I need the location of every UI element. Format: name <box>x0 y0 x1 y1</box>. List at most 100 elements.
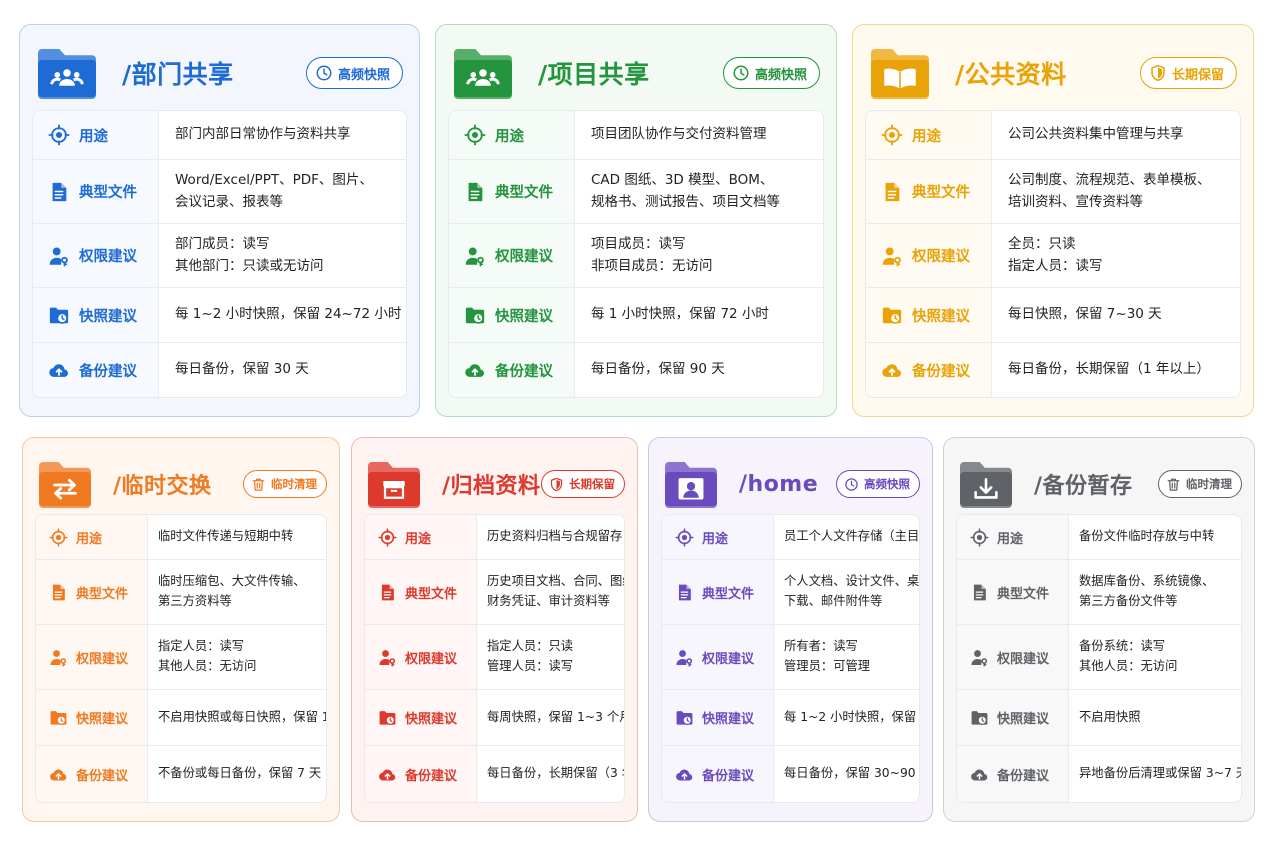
row-value-backup: 不备份或每日备份，保留 7 天 <box>158 766 322 781</box>
trash-icon <box>1166 477 1181 492</box>
row-snapshot: 快照建议 每 1~2 小时快照，保留 24~72 小时 <box>33 287 406 342</box>
row-value-files: CAD 图纸、3D 模型、BOM、 规格书、测试报告、项目文档等 <box>591 171 780 210</box>
row-label-text: 用途 <box>79 128 108 145</box>
row-files: 典型文件 数据库备份、系统镜像、 第三方备份文件等 <box>957 559 1241 624</box>
row-label-perm: 权限建议 <box>957 625 1069 689</box>
card-title: /部门共享 <box>122 60 234 89</box>
row-label-backup: 备份建议 <box>449 343 575 397</box>
row-label-snapshot: 快照建议 <box>957 690 1069 745</box>
row-label-files: 典型文件 <box>33 160 159 223</box>
share-card-dept: /部门共享 高频快照用途 部门内部日常协作与资料共享 典型文件 Word/Excel/P… <box>19 24 420 417</box>
row-backup: 备份建议 每日备份，长期保留（1 年以上） <box>866 342 1240 397</box>
row-value-files: 公司制度、流程规范、表单模板、 培训资料、宣传资料等 <box>1008 171 1211 210</box>
badge-trash: 临时清理 <box>243 470 327 498</box>
row-label-text: 权限建议 <box>912 249 970 265</box>
row-label-text: 快照建议 <box>702 712 755 727</box>
share-card-temp: /临时交换 临时清理 用途 临时文件传递与短期中转 典型文件 临时压缩包、大文件传输、 第… <box>22 437 340 822</box>
clock-icon <box>844 477 859 492</box>
user-key-icon <box>375 648 399 667</box>
row-snapshot: 快照建议 不启用快照或每日快照，保留 1~3 天 <box>36 689 326 745</box>
cloud-upload-icon <box>878 359 906 381</box>
badge-label: 临时清理 <box>1186 477 1232 491</box>
row-label-text: 典型文件 <box>912 185 970 201</box>
row-perm: 权限建议 全员：只读 指定人员：读写 <box>866 223 1240 287</box>
card-title: /home <box>739 471 819 497</box>
row-label-snapshot: 快照建议 <box>449 288 575 342</box>
badge-label: 临时清理 <box>271 477 317 491</box>
row-label-text: 权限建议 <box>79 249 137 265</box>
row-value-snapshot: 每 1~2 小时快照，保留 24~72 小时 <box>784 709 917 724</box>
row-perm: 权限建议 部门成员：读写 其他部门：只读或无访问 <box>33 223 406 287</box>
row-value-perm: 指定人员：只读 管理人员：读写 <box>487 639 574 673</box>
row-label-files: 典型文件 <box>36 560 148 624</box>
row-snapshot: 快照建议 每 1 小时快照，保留 72 小时 <box>449 287 823 342</box>
shield-icon <box>549 477 564 492</box>
row-label-text: 典型文件 <box>997 586 1050 602</box>
share-card-home: /home 高频快照用途 员工个人文件存储（主目录） 典型文件 个人文档、设计文件、桌面… <box>648 437 933 822</box>
folder-download-icon <box>958 460 1014 508</box>
badge-clock: 高频快照 <box>722 57 820 89</box>
user-key-icon <box>672 648 696 667</box>
row-usage: 用途 临时文件传递与短期中转 <box>36 515 326 559</box>
row-label-usage: 用途 <box>33 111 159 159</box>
row-usage: 用途 公司公共资料集中管理与共享 <box>866 111 1240 159</box>
row-label-text: 典型文件 <box>405 586 458 602</box>
row-label-perm: 权限建议 <box>365 625 477 689</box>
folder-exchange-icon <box>37 460 93 508</box>
row-label-text: 典型文件 <box>495 185 553 201</box>
row-value-files: 历史项目文档、合同、图纸、 财务凭证、审计资料等 <box>487 574 624 608</box>
folder-users-icon <box>36 47 98 99</box>
folder-box-icon <box>366 460 422 508</box>
info-table: 用途 公司公共资料集中管理与共享典型文件 公司制度、流程规范、表单模板、 培训资料、… <box>865 110 1241 398</box>
row-value-snapshot: 每 1~2 小时快照，保留 24~72 小时 <box>175 306 402 323</box>
row-value-snapshot: 每 1 小时快照，保留 72 小时 <box>591 306 769 323</box>
document-icon <box>45 181 73 203</box>
row-files: 典型文件 CAD 图纸、3D 模型、BOM、 规格书、测试报告、项目文档等 <box>449 159 823 223</box>
folder-clock-icon <box>46 708 70 727</box>
row-backup: 备份建议 每日备份，长期保留（3 年以上） <box>365 745 624 802</box>
row-label-text: 用途 <box>702 531 729 547</box>
row-files: 典型文件 临时压缩包、大文件传输、 第三方资料等 <box>36 559 326 624</box>
row-label-backup: 备份建议 <box>36 746 148 802</box>
row-label-text: 快照建议 <box>997 712 1050 727</box>
row-label-perm: 权限建议 <box>449 224 575 287</box>
cloud-upload-icon <box>46 765 70 784</box>
row-value-usage: 临时文件传递与短期中转 <box>158 529 294 544</box>
row-backup: 备份建议 每日备份，保留 90 天 <box>449 342 823 397</box>
row-label-text: 权限建议 <box>495 249 553 265</box>
row-usage: 用途 项目团队协作与交付资料管理 <box>449 111 823 159</box>
card-title: /归档资料 <box>442 474 541 499</box>
badge-label: 高频快照 <box>337 67 390 83</box>
row-label-usage: 用途 <box>449 111 575 159</box>
row-label-text: 典型文件 <box>702 586 755 602</box>
row-label-text: 快照建议 <box>405 712 458 727</box>
clock-icon <box>315 64 333 82</box>
info-table: 用途 部门内部日常协作与资料共享 典型文件 Word/Excel/PPT、PDF、图片… <box>32 110 407 398</box>
cloud-upload-icon <box>375 765 399 784</box>
row-label-perm: 权限建议 <box>662 625 774 689</box>
row-value-usage: 公司公共资料集中管理与共享 <box>1008 126 1184 143</box>
row-files: 典型文件 Word/Excel/PPT、PDF、图片、 会议记录、报表等 <box>33 159 406 223</box>
row-perm: 权限建议 所有者：读写 管理员：可管理 <box>662 624 919 689</box>
row-backup: 备份建议 每日备份，保留 30 天 <box>33 342 406 397</box>
card-header: /部门共享 高频快照 <box>36 25 403 121</box>
folder-clock-icon <box>967 708 991 727</box>
badge-trash: 临时清理 <box>1158 470 1242 498</box>
row-label-text: 备份建议 <box>912 363 970 380</box>
row-value-files: Word/Excel/PPT、PDF、图片、 会议记录、报表等 <box>175 171 373 210</box>
row-value-backup: 每日备份，保留 90 天 <box>591 361 725 378</box>
target-icon <box>45 124 73 146</box>
info-table: 用途 历史资料归档与合规留存典型文件 历史项目文档、合同、图纸、 财务凭证、审计资料… <box>364 514 625 803</box>
folder-clock-icon <box>878 304 906 326</box>
row-label-snapshot: 快照建议 <box>365 690 477 745</box>
row-value-usage: 项目团队协作与交付资料管理 <box>591 126 767 143</box>
badge-label: 长期保留 <box>569 477 615 491</box>
row-label-backup: 备份建议 <box>662 746 774 802</box>
badge-shield: 长期保留 <box>541 470 625 498</box>
row-label-text: 用途 <box>405 531 432 547</box>
row-snapshot: 快照建议 不启用快照 <box>957 689 1241 745</box>
badge-label: 高频快照 <box>754 67 807 83</box>
badge-label: 长期保留 <box>1171 67 1224 83</box>
row-value-backup: 每日备份，保留 30 天 <box>175 361 309 378</box>
row-value-perm: 所有者：读写 管理员：可管理 <box>784 639 871 673</box>
